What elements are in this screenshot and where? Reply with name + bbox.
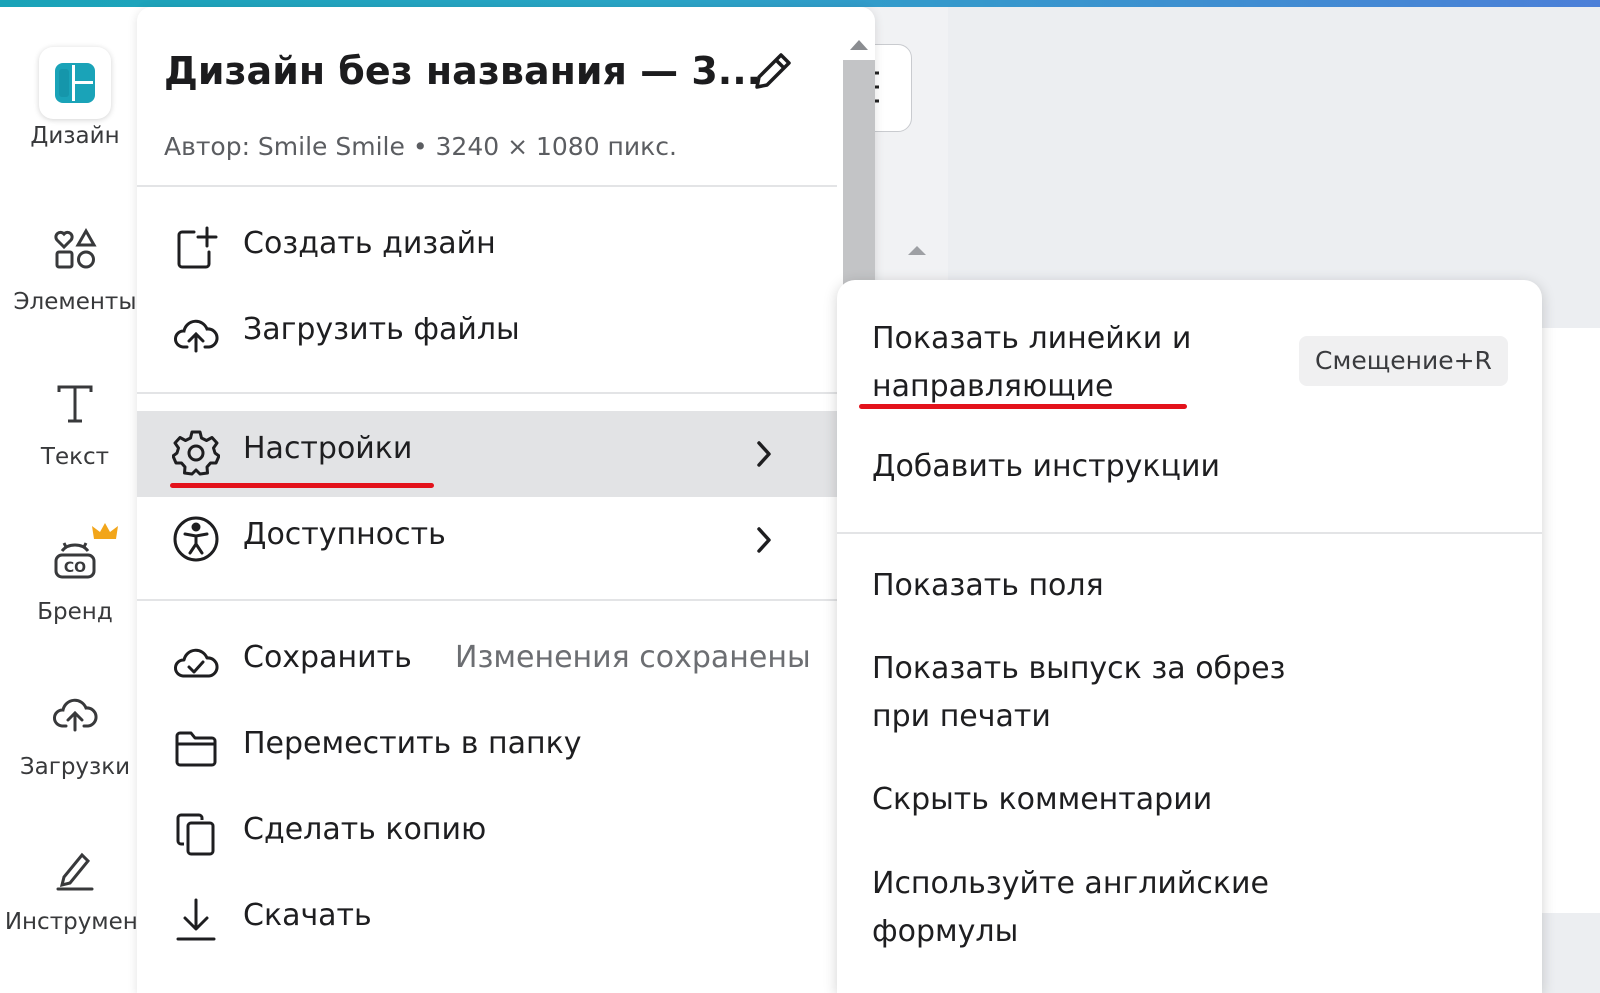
accessibility-icon: [173, 516, 219, 562]
settings-submenu: Показать линейки и направляющие Смещение…: [837, 280, 1542, 993]
keyboard-shortcut: Смещение+R: [1299, 336, 1508, 386]
menu-item-upload-files[interactable]: Загрузить файлы: [137, 292, 837, 378]
menu-scrollbar[interactable]: [842, 30, 876, 300]
left-rail: Дизайн Элементы Текст CO Бренд Загрузки …: [0, 7, 150, 993]
menu-item-accessibility[interactable]: Доступность: [137, 497, 837, 583]
rail-item-uploads[interactable]: Загрузки: [0, 678, 150, 780]
top-gradient-bar: [0, 0, 1600, 7]
submenu-item-show-rulers[interactable]: Показать линейки и направляющие: [872, 315, 1232, 411]
submenu-item-hide-comments[interactable]: Скрыть комментарии: [872, 776, 1392, 824]
divider: [837, 532, 1542, 534]
menu-item-label: Создать дизайн: [243, 226, 496, 261]
uploads-icon: [39, 678, 111, 750]
menu-item-label: Доступность: [243, 517, 446, 552]
rail-item-brand[interactable]: CO Бренд: [0, 523, 150, 625]
scroll-up-arrow-icon[interactable]: [850, 40, 868, 50]
design-meta: Автор: Smile Smile • 3240 × 1080 пикс.: [164, 132, 677, 161]
design-title[interactable]: Дизайн без названия — 3...: [164, 49, 761, 93]
create-design-icon: [177, 226, 218, 269]
file-menu: Дизайн без названия — 3... Автор: Smile …: [137, 7, 875, 993]
submenu-item-show-margins[interactable]: Показать поля: [872, 562, 1392, 610]
rail-item-tools[interactable]: Инструмен.: [0, 833, 150, 935]
chevron-right-icon: [757, 441, 771, 467]
divider: [137, 599, 837, 601]
menu-item-label: Загрузить файлы: [243, 312, 520, 347]
text-icon: [39, 368, 111, 440]
menu-item-label: Сохранить: [243, 640, 412, 675]
rail-label: Текст: [40, 444, 110, 470]
save-cloud-check-icon: [174, 648, 219, 678]
menu-item-move-to-folder[interactable]: Переместить в папку: [137, 706, 837, 792]
brand-icon: CO: [39, 523, 118, 595]
rail-item-design[interactable]: Дизайн: [0, 47, 150, 149]
menu-item-label: Сделать копию: [243, 812, 487, 847]
menu-item-make-copy[interactable]: Сделать копию: [137, 792, 837, 878]
rail-item-text[interactable]: Текст: [0, 368, 150, 470]
submenu-item-english-formulas[interactable]: Используйте английские формулы: [872, 860, 1272, 956]
menu-item-label: Скачать: [243, 898, 372, 933]
menu-item-create-design[interactable]: Создать дизайн: [137, 206, 837, 292]
elements-icon: [39, 213, 111, 285]
rail-label: Бренд: [37, 599, 113, 625]
tools-icon: [39, 833, 111, 905]
rail-label: Загрузки: [19, 754, 131, 780]
menu-item-save[interactable]: Сохранить Изменения сохранены: [137, 620, 837, 706]
divider: [137, 185, 837, 187]
folder-icon: [175, 731, 217, 767]
divider: [137, 392, 837, 394]
crown-icon: [92, 523, 118, 539]
menu-item-label: Настройки: [243, 431, 413, 466]
design-icon: [39, 47, 111, 119]
submenu-item-show-bleed[interactable]: Показать выпуск за обрез при печати: [872, 645, 1352, 741]
download-icon: [176, 898, 216, 941]
edit-pencil-icon[interactable]: [747, 47, 797, 97]
rail-item-elements[interactable]: Элементы: [0, 213, 150, 315]
svg-text:CO: CO: [64, 560, 86, 576]
menu-item-label: Переместить в папку: [243, 726, 582, 761]
annotation-underline: [859, 404, 1187, 409]
copy-icon: [176, 813, 215, 856]
menu-item-download[interactable]: Скачать: [137, 878, 837, 964]
upload-cloud-icon: [174, 319, 219, 353]
annotation-underline: [170, 483, 434, 488]
rail-label: Дизайн: [30, 123, 120, 149]
scroll-up-arrow-icon[interactable]: [908, 246, 926, 255]
settings-gear-icon: [172, 430, 220, 476]
submenu-item-add-guides[interactable]: Добавить инструкции: [872, 443, 1392, 491]
chevron-right-icon: [757, 527, 771, 553]
save-status: Изменения сохранены: [455, 640, 811, 675]
rail-label: Инструмен.: [4, 909, 146, 935]
rail-label: Элементы: [13, 289, 137, 315]
scrollbar-thumb[interactable]: [843, 60, 875, 300]
